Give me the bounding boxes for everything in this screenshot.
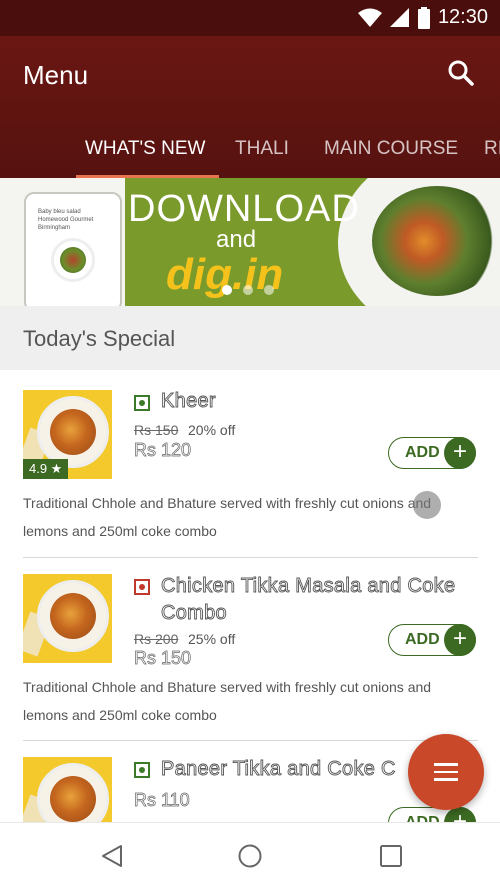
back-icon[interactable] <box>99 843 125 869</box>
veg-icon <box>134 762 150 778</box>
touch-indicator <box>413 491 441 519</box>
signal-icon <box>389 7 409 27</box>
plus-icon: + <box>444 437 476 469</box>
salad-plate-image <box>51 238 95 282</box>
search-button[interactable] <box>446 58 476 88</box>
tab-rice[interactable]: RI <box>484 138 500 160</box>
tab-bar: WHAT'S NEW THALI MAIN COURSE RI <box>0 128 500 178</box>
section-title: Today's Special <box>23 326 176 351</box>
item-description: Traditional Chhole and Bhature served wi… <box>23 495 432 539</box>
recents-icon[interactable] <box>378 843 404 869</box>
carousel-dots <box>222 285 274 295</box>
veg-icon <box>134 395 150 411</box>
price: Rs 110 <box>134 790 190 811</box>
system-nav-bar <box>0 822 500 889</box>
section-header: Today's Special <box>0 306 500 370</box>
rating-badge: 4.9 ★ <box>23 459 69 479</box>
add-label: ADD <box>405 444 440 461</box>
old-price: Rs 200 <box>134 631 179 647</box>
menu-icon <box>434 763 458 786</box>
tab-main-course[interactable]: MAIN COURSE <box>324 138 458 160</box>
discount: 20% off <box>188 422 236 438</box>
wifi-icon <box>357 8 382 27</box>
banner-headline: DOWNLOAD <box>128 188 360 230</box>
carousel-dot[interactable] <box>243 285 253 295</box>
phone-text: Baby bleu salad Homewood Gourmet Birming… <box>38 209 94 231</box>
phone-image: Baby bleu salad Homewood Gourmet Birming… <box>24 192 122 306</box>
discount: 25% off <box>188 631 236 647</box>
search-icon <box>448 60 474 86</box>
banner-salad-image <box>372 186 500 296</box>
tab-thali[interactable]: THALI <box>235 138 289 160</box>
carousel-dot[interactable] <box>222 285 232 295</box>
status-time: 12:30 <box>437 6 488 28</box>
add-label: ADD <box>405 631 440 648</box>
tab-whats-new[interactable]: WHAT'S NEW <box>85 138 205 160</box>
price: Rs 120 <box>134 440 192 461</box>
food-image: 4.9 ★ <box>23 390 112 479</box>
carousel-dot[interactable] <box>264 285 274 295</box>
divider <box>23 557 478 558</box>
old-price: Rs 150 <box>134 422 179 438</box>
plus-icon: + <box>444 624 476 656</box>
status-bar: 12:30 <box>0 0 500 36</box>
price: Rs 150 <box>134 648 192 669</box>
item-name: Kheer <box>161 390 216 413</box>
item-name: Chicken Tikka Masala and Coke Combo <box>161 575 456 625</box>
add-button[interactable]: ADD + <box>388 624 476 656</box>
app-bar: Menu WHAT'S NEW THALI MAIN COURSE RI <box>0 36 500 178</box>
promo-banner[interactable]: Baby bleu salad Homewood Gourmet Birming… <box>0 178 500 306</box>
battery-icon <box>417 6 430 29</box>
divider <box>23 740 478 741</box>
home-icon[interactable] <box>237 843 263 869</box>
food-image <box>23 574 112 663</box>
page-title: Menu <box>23 60 89 90</box>
item-description: Traditional Chhole and Bhature served wi… <box>23 679 432 723</box>
menu-fab-button[interactable] <box>408 734 484 810</box>
add-button[interactable]: ADD + <box>388 437 476 469</box>
non-veg-icon <box>134 579 150 595</box>
